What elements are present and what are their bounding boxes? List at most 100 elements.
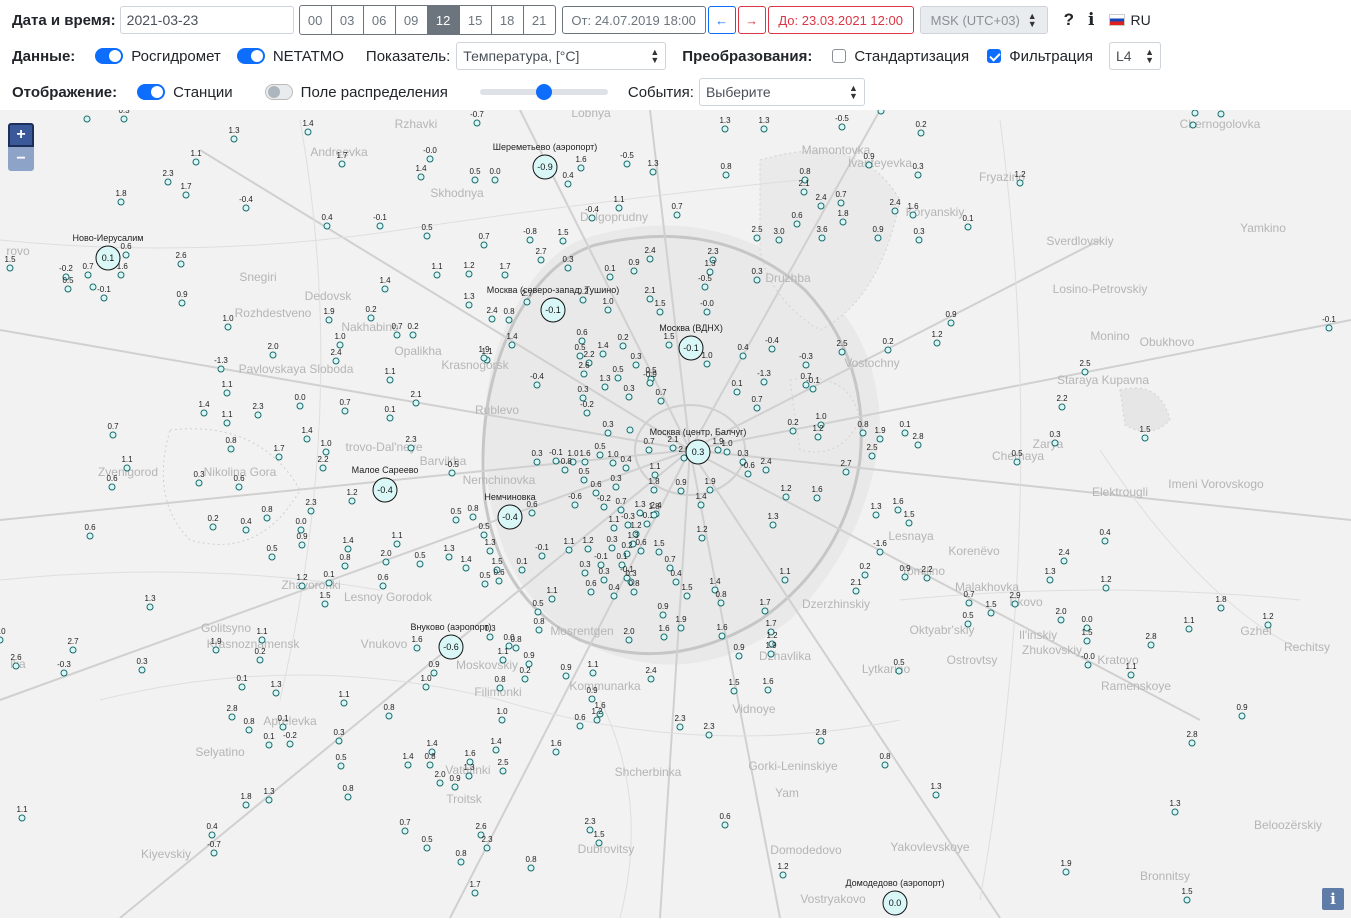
station-dot[interactable] xyxy=(1171,808,1179,816)
station-dot[interactable] xyxy=(717,599,725,607)
station-marker[interactable]: 0.0 xyxy=(295,517,307,534)
station-marker[interactable]: 1.3 xyxy=(870,502,882,519)
station-marker[interactable]: -0.4 xyxy=(239,195,253,212)
station-dot[interactable] xyxy=(272,689,280,697)
station-dot[interactable] xyxy=(535,626,543,634)
station-marker[interactable]: 0.6 xyxy=(719,812,731,829)
station-dot[interactable] xyxy=(793,220,801,228)
station-dot[interactable] xyxy=(901,573,909,581)
station-marker[interactable]: 1.6 xyxy=(550,739,562,756)
station-marker[interactable]: 1.4 xyxy=(460,555,472,572)
station-marker[interactable]: 0.7 xyxy=(399,818,411,835)
station-marker[interactable]: 0.6 xyxy=(493,568,505,585)
station-marker[interactable]: 2.3 xyxy=(252,402,264,419)
station-dot[interactable] xyxy=(521,675,529,683)
station-marker[interactable]: 0.3 xyxy=(193,470,205,487)
station-dot[interactable] xyxy=(462,564,470,572)
station-dot[interactable] xyxy=(657,397,665,405)
level-select[interactable]: L4 ▲ ▼ xyxy=(1109,42,1162,70)
station-dot[interactable] xyxy=(430,669,438,677)
info-button[interactable]: i xyxy=(1088,10,1094,30)
station-marker[interactable]: 1.4 xyxy=(490,737,502,754)
station-dot[interactable] xyxy=(600,576,608,584)
station-dot[interactable] xyxy=(680,454,688,462)
hour-button-15[interactable]: 15 xyxy=(460,6,492,34)
station-dot[interactable] xyxy=(817,202,825,210)
station-marker[interactable]: 1.2 xyxy=(777,862,789,879)
station-dot[interactable] xyxy=(964,620,972,628)
station-dot[interactable] xyxy=(230,135,238,143)
station-dot[interactable] xyxy=(987,609,995,617)
station-dot[interactable] xyxy=(659,611,667,619)
station-marker[interactable]: 0.7 xyxy=(339,398,351,415)
station-dot[interactable] xyxy=(761,607,769,615)
station-marker[interactable]: 1.1 xyxy=(587,660,599,677)
station-marker[interactable]: 0.5 xyxy=(469,167,481,184)
station-marker[interactable]: 1.3 xyxy=(1044,567,1056,584)
station-marker[interactable]: 0.8 xyxy=(339,553,351,570)
station-dot[interactable] xyxy=(614,374,622,382)
station-marker[interactable]: 0.9 xyxy=(945,310,957,327)
station-marker[interactable]: 1.8 xyxy=(1215,595,1227,612)
station-marker[interactable]: 0.8 xyxy=(533,617,545,634)
station-dot[interactable] xyxy=(457,858,465,866)
station-marker[interactable]: 0.5 xyxy=(479,571,491,588)
to-date-button[interactable]: До: 23.03.2021 12:00 xyxy=(767,6,914,34)
zoom-in-button[interactable]: + xyxy=(8,123,34,147)
station-marker[interactable]: 0.9 xyxy=(523,651,535,668)
station-dot[interactable] xyxy=(534,608,542,616)
station-marker[interactable]: 0.8 xyxy=(467,504,479,521)
station-dot[interactable] xyxy=(599,350,607,358)
station-dot[interactable] xyxy=(814,433,822,441)
station-marker[interactable]: 0.8 xyxy=(879,752,891,769)
station-dot[interactable] xyxy=(705,731,713,739)
station-dot[interactable] xyxy=(917,129,925,137)
station-marker[interactable]: 1.3 xyxy=(758,116,770,133)
station-dot[interactable] xyxy=(895,667,903,675)
station-dot[interactable] xyxy=(672,578,680,586)
station-dot[interactable] xyxy=(69,646,77,654)
station-dot[interactable] xyxy=(645,446,653,454)
station-dot[interactable] xyxy=(581,458,589,466)
station-dot[interactable] xyxy=(1101,537,1109,545)
station-marker[interactable]: 1.3 xyxy=(228,126,240,143)
station-dot[interactable] xyxy=(612,483,620,491)
station-marker[interactable]: -0.7 xyxy=(207,840,221,857)
station-dot[interactable] xyxy=(452,516,460,524)
station-marker[interactable]: 0.2 xyxy=(915,120,927,137)
station-dot[interactable] xyxy=(650,511,658,519)
station-dot[interactable] xyxy=(964,223,972,231)
station-dot[interactable] xyxy=(376,222,384,230)
indicator-select[interactable]: Температура, [°C] ▲ ▼ xyxy=(456,42,667,70)
station-marker[interactable]: 0.5 xyxy=(478,522,490,539)
station-marker[interactable]: 1.4 xyxy=(415,164,427,181)
station-dot[interactable] xyxy=(393,331,401,339)
station-marker[interactable]: 0.8 xyxy=(455,849,467,866)
station-dot[interactable] xyxy=(340,699,348,707)
opacity-slider[interactable] xyxy=(479,84,608,100)
station-dot[interactable] xyxy=(1102,584,1110,592)
station-dot[interactable] xyxy=(1191,109,1199,117)
station-dot[interactable] xyxy=(622,464,630,472)
station-marker[interactable]: 2.6 xyxy=(175,251,187,268)
station-dot[interactable] xyxy=(583,409,591,417)
station-dot[interactable] xyxy=(894,506,902,514)
station-dot[interactable] xyxy=(838,348,846,356)
station-dot[interactable] xyxy=(416,560,424,568)
station-dot[interactable] xyxy=(84,271,92,279)
station-dot[interactable] xyxy=(117,198,125,206)
station-dot[interactable] xyxy=(279,723,287,731)
hour-button-12[interactable]: 12 xyxy=(427,6,460,34)
station-marker[interactable]: 0.3 xyxy=(912,162,924,179)
station-marker[interactable]: 1.5 xyxy=(4,255,16,272)
hour-button-06[interactable]: 06 xyxy=(364,6,396,34)
station-dot[interactable] xyxy=(632,361,640,369)
station-marker[interactable]: 1.2 xyxy=(346,488,358,505)
station-marker[interactable]: 0.8 xyxy=(383,703,395,720)
station-marker[interactable]: 0.5 xyxy=(266,544,278,561)
station-dot[interactable] xyxy=(1127,671,1135,679)
station-dot[interactable] xyxy=(626,426,634,434)
station-dot[interactable] xyxy=(683,592,691,600)
slider-thumb[interactable] xyxy=(535,84,552,100)
station-dot[interactable] xyxy=(486,547,494,555)
